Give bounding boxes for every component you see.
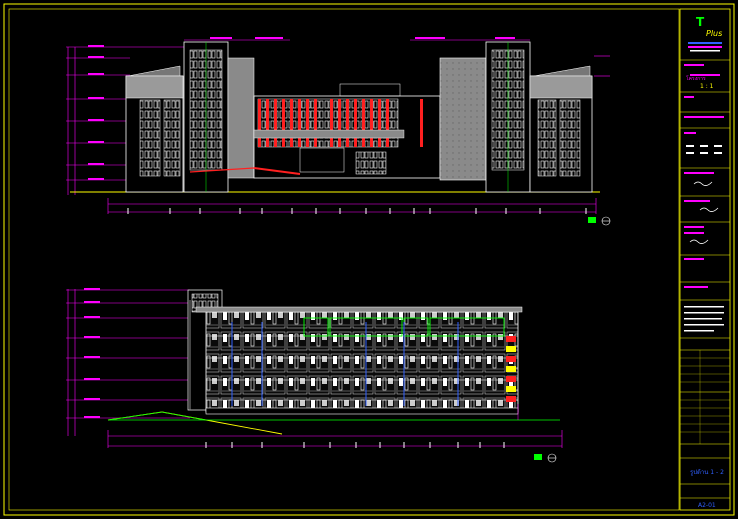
dimension-line-top [107,198,597,214]
logo-letter: T [696,15,705,29]
drawing-frame [3,3,735,516]
title-block: T Plus โครงการ 1 : 1 รูปด้าน 1 - 2 A2-01 [679,8,731,511]
elevation-bottom [66,288,563,463]
section-marker-top [588,216,611,226]
sheet-section-label: รูปด้าน 1 - 2 [690,469,724,476]
section-marker-bottom [534,453,557,463]
cad-drawing-canvas: T Plus โครงการ 1 : 1 รูปด้าน 1 - 2 A2-01 [3,3,735,516]
logo-sub: Plus [706,29,722,38]
elevation-top [66,37,611,226]
dimension-line-bottom [107,430,563,448]
project-label: โครงการ [686,75,706,82]
ground-line-bottom [107,411,283,435]
scale-value: 1 : 1 [700,83,714,90]
sheet-number: A2-01 [698,502,716,509]
